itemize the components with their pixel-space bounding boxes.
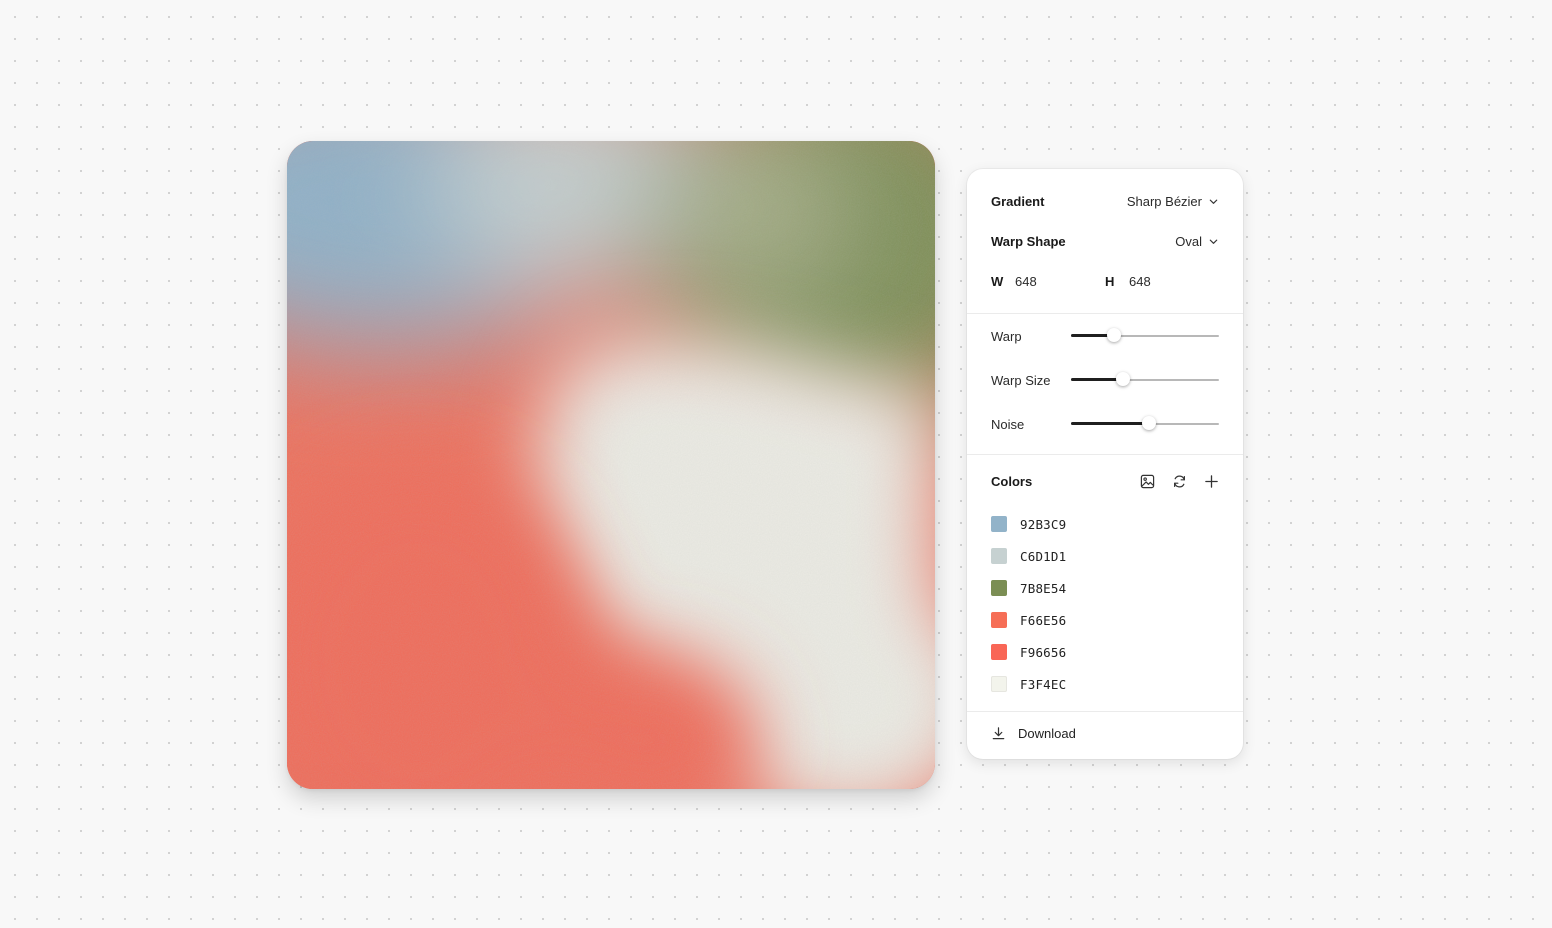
warp-slider-row: Warp [991, 326, 1219, 346]
warp-label: Warp [991, 328, 1022, 344]
colors-actions [1139, 473, 1219, 489]
refresh-icon[interactable] [1171, 473, 1187, 489]
warp-shape-row: Warp Shape Oval [991, 231, 1219, 251]
color-hex[interactable]: F96656 [1020, 645, 1066, 660]
color-swatch[interactable] [991, 612, 1007, 628]
noise-slider[interactable] [1071, 414, 1219, 434]
color-item[interactable]: 7B8E54 [991, 572, 1219, 604]
warp-size-label: Warp Size [991, 372, 1051, 388]
control-panel: Gradient Sharp Bézier Warp Shape Oval W … [967, 169, 1243, 759]
warp-shape-value: Oval [1175, 233, 1202, 249]
gradient-value: Sharp Bézier [1126, 193, 1202, 209]
noise-slider-row: Noise [991, 414, 1219, 434]
download-section: Download [967, 712, 1243, 759]
color-hex[interactable]: 7B8E54 [1020, 581, 1066, 596]
color-hex[interactable]: F3F4EC [1020, 677, 1066, 692]
color-list: 92B3C9 C6D1D1 7B8E54 F66E56 F96656 F3F4E… [991, 508, 1219, 700]
height-value[interactable]: 648 [1129, 274, 1151, 289]
height-label: H [1105, 273, 1115, 289]
color-swatch[interactable] [991, 676, 1007, 692]
slider-fill [1071, 422, 1150, 425]
color-item[interactable]: F3F4EC [991, 668, 1219, 700]
warp-shape-label: Warp Shape [991, 233, 1066, 249]
warp-shape-select[interactable]: Oval [1175, 234, 1219, 249]
colors-title: Colors [991, 473, 1033, 489]
image-icon[interactable] [1139, 473, 1155, 489]
chevron-down-icon [1209, 199, 1218, 204]
slider-thumb[interactable] [1115, 372, 1130, 386]
gradient-row: Gradient Sharp Bézier [991, 191, 1219, 211]
color-hex[interactable]: F66E56 [1020, 613, 1066, 628]
download-label: Download [1018, 726, 1076, 741]
color-item[interactable]: F66E56 [991, 604, 1219, 636]
gradient-art [287, 141, 935, 789]
plus-icon[interactable] [1203, 473, 1219, 489]
color-item[interactable]: 92B3C9 [991, 508, 1219, 540]
download-button[interactable]: Download [991, 726, 1076, 741]
color-swatch[interactable] [991, 516, 1007, 532]
color-hex[interactable]: 92B3C9 [1020, 517, 1066, 532]
noise-label: Noise [991, 416, 1025, 432]
colors-section: Colors 92B3C9 C6D1D1 7B8E54 F66E56 F9665… [967, 455, 1243, 712]
chevron-down-icon [1209, 239, 1218, 244]
color-swatch[interactable] [991, 548, 1007, 564]
width-value[interactable]: 648 [1015, 274, 1037, 289]
warp-size-slider-row: Warp Size [991, 370, 1219, 390]
download-icon [992, 727, 1005, 740]
color-swatch[interactable] [991, 644, 1007, 660]
color-swatch[interactable] [991, 580, 1007, 596]
height-field[interactable]: H 648 [1105, 274, 1219, 289]
color-item[interactable]: F96656 [991, 636, 1219, 668]
gradient-select[interactable]: Sharp Bézier [1127, 194, 1219, 209]
color-item[interactable]: C6D1D1 [991, 540, 1219, 572]
width-field[interactable]: W 648 [991, 274, 1105, 289]
gradient-canvas [287, 141, 935, 789]
sliders-section: Warp Warp Size Noise [967, 314, 1243, 455]
gradient-label: Gradient [991, 193, 1045, 209]
shape-settings-section: Gradient Sharp Bézier Warp Shape Oval W … [967, 169, 1243, 314]
warp-size-slider[interactable] [1071, 370, 1219, 390]
dimensions-row: W 648 H 648 [991, 271, 1219, 291]
slider-thumb[interactable] [1106, 328, 1121, 342]
color-hex[interactable]: C6D1D1 [1020, 549, 1066, 564]
width-label: W [991, 273, 1004, 289]
warp-slider[interactable] [1071, 326, 1219, 346]
slider-thumb[interactable] [1142, 416, 1157, 430]
colors-header: Colors [991, 471, 1219, 491]
